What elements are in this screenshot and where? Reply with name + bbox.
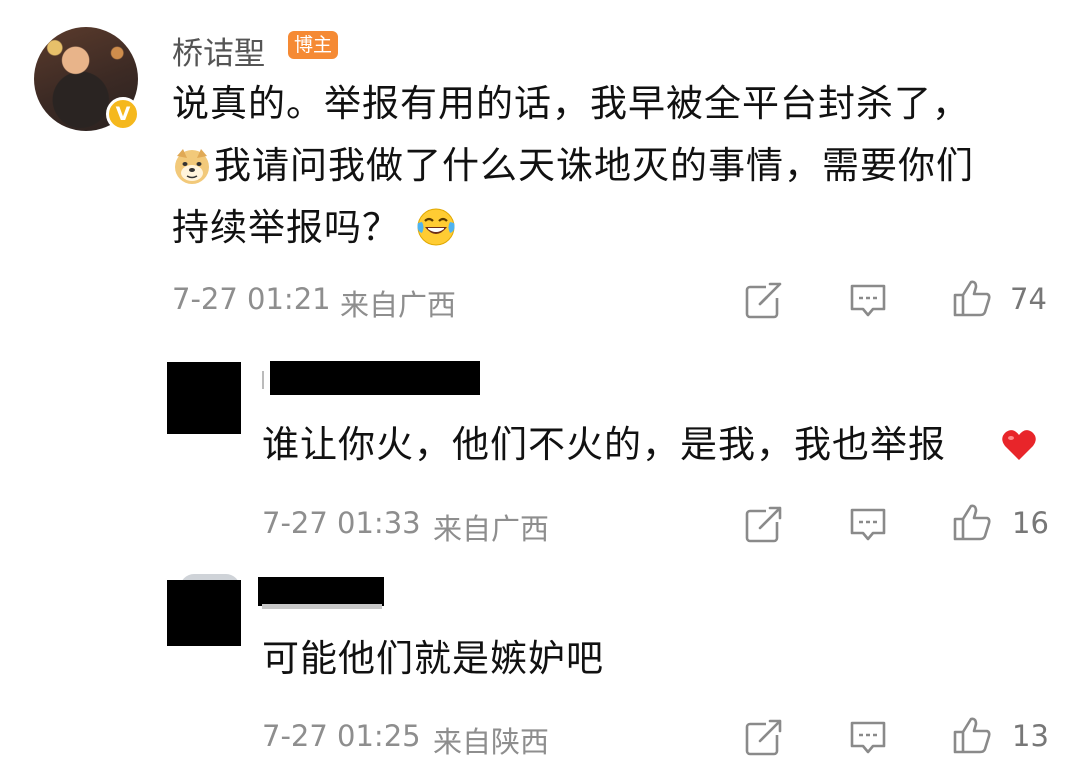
author-avatar[interactable]: V bbox=[34, 27, 140, 131]
comment-line-3: 持续举报吗？ bbox=[172, 206, 400, 249]
comment-icon[interactable] bbox=[848, 504, 888, 544]
reply-text: 谁让你火，他们不火的，是我，我也举报 bbox=[262, 423, 946, 466]
redacted-username bbox=[270, 361, 480, 395]
redacted-avatar bbox=[167, 580, 241, 646]
redacted-username bbox=[258, 577, 384, 606]
like-count: 13 bbox=[1012, 719, 1049, 753]
thumbs-up-icon[interactable] bbox=[952, 715, 992, 755]
share-icon[interactable] bbox=[744, 280, 784, 320]
reply-location: 来自陕西 bbox=[433, 725, 550, 759]
comment-icon[interactable] bbox=[848, 280, 888, 320]
red-heart-emoji bbox=[1000, 427, 1038, 463]
laugh-cry-emoji bbox=[414, 205, 458, 249]
share-icon[interactable] bbox=[744, 504, 784, 544]
thumbs-up-icon[interactable] bbox=[952, 278, 992, 318]
author-username[interactable]: 桥诘聖 bbox=[172, 28, 265, 73]
share-icon[interactable] bbox=[744, 717, 784, 757]
redacted-avatar bbox=[167, 362, 241, 434]
comment-line-2: 我请问我做了什么天诛地灭的事情，需要你们 bbox=[214, 144, 974, 187]
name-fragment bbox=[262, 604, 382, 609]
reply-text: 可能他们就是嫉妒吧 bbox=[262, 637, 604, 680]
name-fragment bbox=[262, 371, 272, 389]
doge-emoji bbox=[172, 146, 212, 186]
blogger-badge: 博主 bbox=[288, 31, 339, 59]
like-count: 74 bbox=[1010, 282, 1047, 316]
like-count: 16 bbox=[1012, 506, 1049, 540]
verified-v-icon: V bbox=[106, 97, 140, 131]
thumbs-up-icon[interactable] bbox=[952, 502, 992, 542]
reply-location: 来自广西 bbox=[433, 512, 550, 546]
comment-line-1: 说真的。举报有用的话，我早被全平台封杀了， bbox=[172, 82, 970, 125]
comment-location: 来自广西 bbox=[340, 288, 457, 322]
reply-timestamp: 7-27 01:33 bbox=[262, 506, 421, 540]
comment-icon[interactable] bbox=[848, 717, 888, 757]
reply-timestamp: 7-27 01:25 bbox=[262, 719, 421, 753]
comment-timestamp: 7-27 01:21 bbox=[172, 282, 331, 316]
